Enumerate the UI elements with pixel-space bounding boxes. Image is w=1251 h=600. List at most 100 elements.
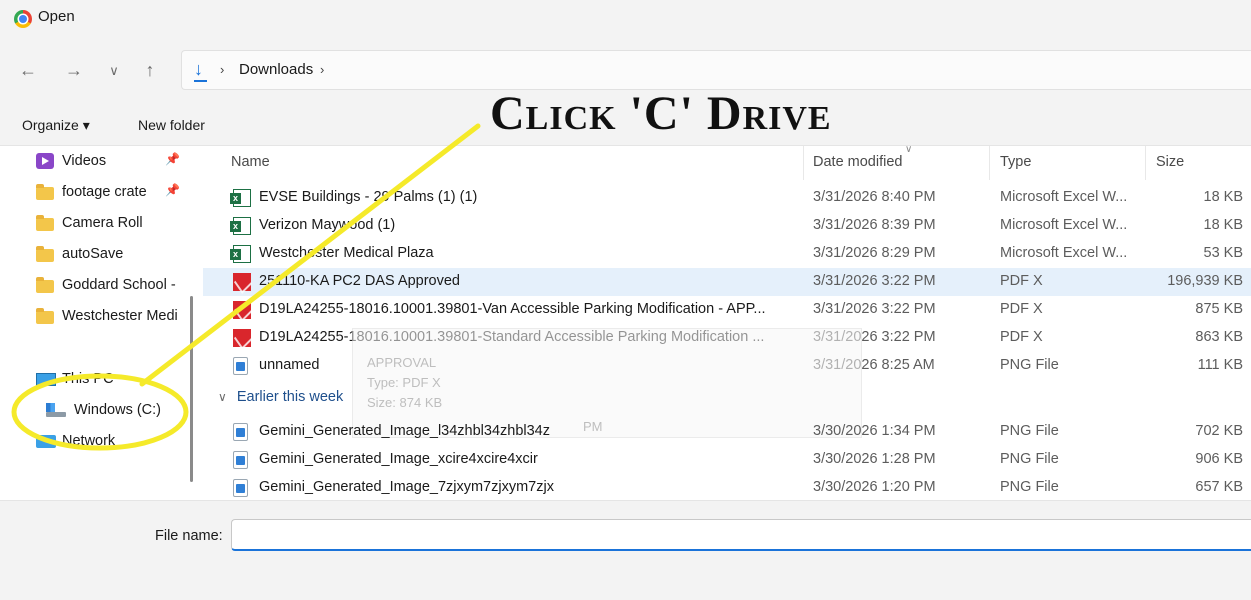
sidebar-item-autosave[interactable]: autoSave	[36, 241, 123, 267]
file-type: Microsoft Excel W...	[1000, 217, 1128, 233]
file-name-label: File name:	[155, 528, 223, 544]
file-type: PNG File	[1000, 479, 1059, 495]
chrome-icon	[14, 10, 32, 28]
pin-icon: 📌	[165, 152, 180, 166]
pin-icon: 📌	[165, 183, 180, 197]
folder-icon	[36, 245, 54, 262]
downloads-icon: ↓	[194, 59, 207, 82]
tooltip-title: APPROVAL	[367, 355, 437, 370]
column-divider[interactable]	[803, 146, 804, 180]
tooltip-size: Size: 874 KB	[367, 395, 443, 410]
sidebar-item-windows-c[interactable]: Windows (C:)	[46, 397, 161, 423]
sidebar-item-camera-roll[interactable]: Camera Roll	[36, 210, 143, 236]
group-header-earlier-this-week[interactable]: ∨ Earlier this week	[218, 389, 343, 405]
file-row[interactable]: D19LA24255-18016.10001.39801-Van Accessi…	[203, 296, 1251, 324]
column-header-name[interactable]: Name	[231, 154, 270, 170]
file-type: PDF X	[1000, 273, 1043, 289]
file-name: Verizon Maywood (1)	[259, 217, 396, 233]
sidebar-item-network[interactable]: Network	[36, 428, 115, 454]
file-size: 906 KB	[1195, 451, 1243, 467]
sidebar-scrollbar[interactable]	[190, 296, 193, 482]
title-bar: Open	[0, 0, 1251, 36]
file-name: 251110-KA PC2 DAS Approved	[259, 273, 460, 289]
sidebar-item-label: This PC	[62, 371, 114, 387]
file-date: 3/30/2026 1:28 PM	[813, 451, 936, 467]
file-date: 3/31/2026 8:40 PM	[813, 189, 936, 205]
column-divider[interactable]	[989, 146, 990, 180]
file-size: 111 KB	[1197, 357, 1243, 373]
png-file-icon	[233, 451, 248, 469]
folder-icon	[36, 214, 54, 231]
column-header-date[interactable]: Date modified	[813, 154, 902, 170]
file-row[interactable]: Westchester Medical Plaza 3/31/2026 8:29…	[203, 240, 1251, 268]
file-name: Gemini_Generated_Image_7zjxym7zjxym7zjx	[259, 479, 554, 495]
file-row[interactable]: Verizon Maywood (1) 3/31/2026 8:39 PM Mi…	[203, 212, 1251, 240]
file-date: 3/31/2026 3:22 PM	[813, 273, 936, 289]
file-size: 657 KB	[1195, 479, 1243, 495]
file-date: 3/31/2026 8:39 PM	[813, 217, 936, 233]
sidebar-item-label: Westchester Medi	[62, 308, 178, 324]
file-row[interactable]: Gemini_Generated_Image_l34zhbl34zhbl34z …	[203, 418, 1251, 446]
chevron-down-icon: ∨	[218, 390, 227, 404]
organize-menu[interactable]: Organize ▾	[22, 117, 90, 134]
folder-icon	[36, 307, 54, 324]
file-type: PDF X	[1000, 301, 1043, 317]
file-name: D19LA24255-18016.10001.39801-Van Accessi…	[259, 301, 766, 317]
file-size: 18 KB	[1203, 217, 1244, 233]
file-type: Microsoft Excel W...	[1000, 245, 1128, 261]
file-size: 18 KB	[1203, 189, 1244, 205]
png-file-icon	[233, 479, 248, 497]
file-name: Westchester Medical Plaza	[259, 245, 434, 261]
pdf-file-icon	[233, 273, 251, 291]
file-date: 3/31/2026 8:29 PM	[813, 245, 936, 261]
new-folder-button[interactable]: New folder	[138, 117, 205, 133]
folder-icon	[36, 183, 54, 200]
recent-locations-icon[interactable]: ∨	[102, 59, 126, 83]
breadcrumb-downloads[interactable]: Downloads	[239, 61, 313, 78]
tooltip-type: Type: PDF X	[367, 375, 441, 390]
column-divider[interactable]	[1145, 146, 1146, 180]
column-header-size[interactable]: Size	[1156, 154, 1184, 170]
address-bar[interactable]: ↓ › Downloads ›	[181, 50, 1251, 90]
sidebar-item-label: autoSave	[62, 246, 124, 262]
file-row-selected[interactable]: 251110-KA PC2 DAS Approved 3/31/2026 3:2…	[203, 268, 1251, 296]
png-file-icon	[233, 357, 248, 375]
sidebar-item-goddard-school[interactable]: Goddard School -	[36, 272, 188, 298]
forward-icon[interactable]: →	[62, 58, 86, 82]
file-type: PNG File	[1000, 451, 1059, 467]
sidebar-item-footage-crate[interactable]: footage crate	[36, 179, 147, 205]
sidebar-item-label: Camera Roll	[62, 215, 143, 231]
file-date: 3/30/2026 1:20 PM	[813, 479, 936, 495]
network-icon	[36, 434, 56, 448]
back-icon[interactable]: ←	[16, 58, 40, 82]
pdf-file-icon	[233, 301, 251, 319]
file-row[interactable]: EVSE Buildings - 29 Palms (1) (1) 3/31/2…	[203, 184, 1251, 212]
breadcrumb-separator[interactable]: ›	[220, 62, 224, 77]
file-date: 3/30/2026 1:34 PM	[813, 423, 936, 439]
file-name-bar: File name:	[0, 500, 1251, 600]
this-pc-icon	[36, 372, 56, 386]
file-type: Microsoft Excel W...	[1000, 189, 1128, 205]
videos-icon	[36, 153, 54, 169]
file-size: 196,939 KB	[1167, 273, 1243, 289]
file-row[interactable]: Gemini_Generated_Image_xcire4xcire4xcir …	[203, 446, 1251, 474]
file-type: PDF X	[1000, 329, 1043, 345]
sidebar-item-label: Goddard School -	[62, 277, 176, 293]
column-header-type[interactable]: Type	[1000, 154, 1031, 170]
sidebar-item-this-pc[interactable]: This PC	[36, 366, 114, 392]
sidebar-item-label: footage crate	[62, 184, 147, 200]
breadcrumb-separator[interactable]: ›	[320, 62, 324, 77]
excel-file-icon	[230, 217, 251, 235]
sidebar-item-label: Network	[62, 433, 116, 449]
png-file-icon	[233, 423, 248, 441]
group-header-label: Earlier this week	[236, 389, 344, 405]
sidebar-item-videos[interactable]: Videos	[36, 148, 106, 174]
up-icon[interactable]: ↑	[138, 58, 162, 82]
file-row[interactable]: Gemini_Generated_Image_7zjxym7zjxym7zjx …	[203, 474, 1251, 502]
sidebar-item-westchester-medi[interactable]: Westchester Medi	[36, 303, 186, 329]
file-name-input[interactable]	[231, 519, 1251, 551]
sort-indicator-icon: ∨	[905, 144, 913, 155]
file-name: Gemini_Generated_Image_l34zhbl34zhbl34z	[259, 423, 550, 439]
file-size: 53 KB	[1203, 245, 1244, 261]
sidebar-item-label: Videos	[62, 153, 107, 169]
